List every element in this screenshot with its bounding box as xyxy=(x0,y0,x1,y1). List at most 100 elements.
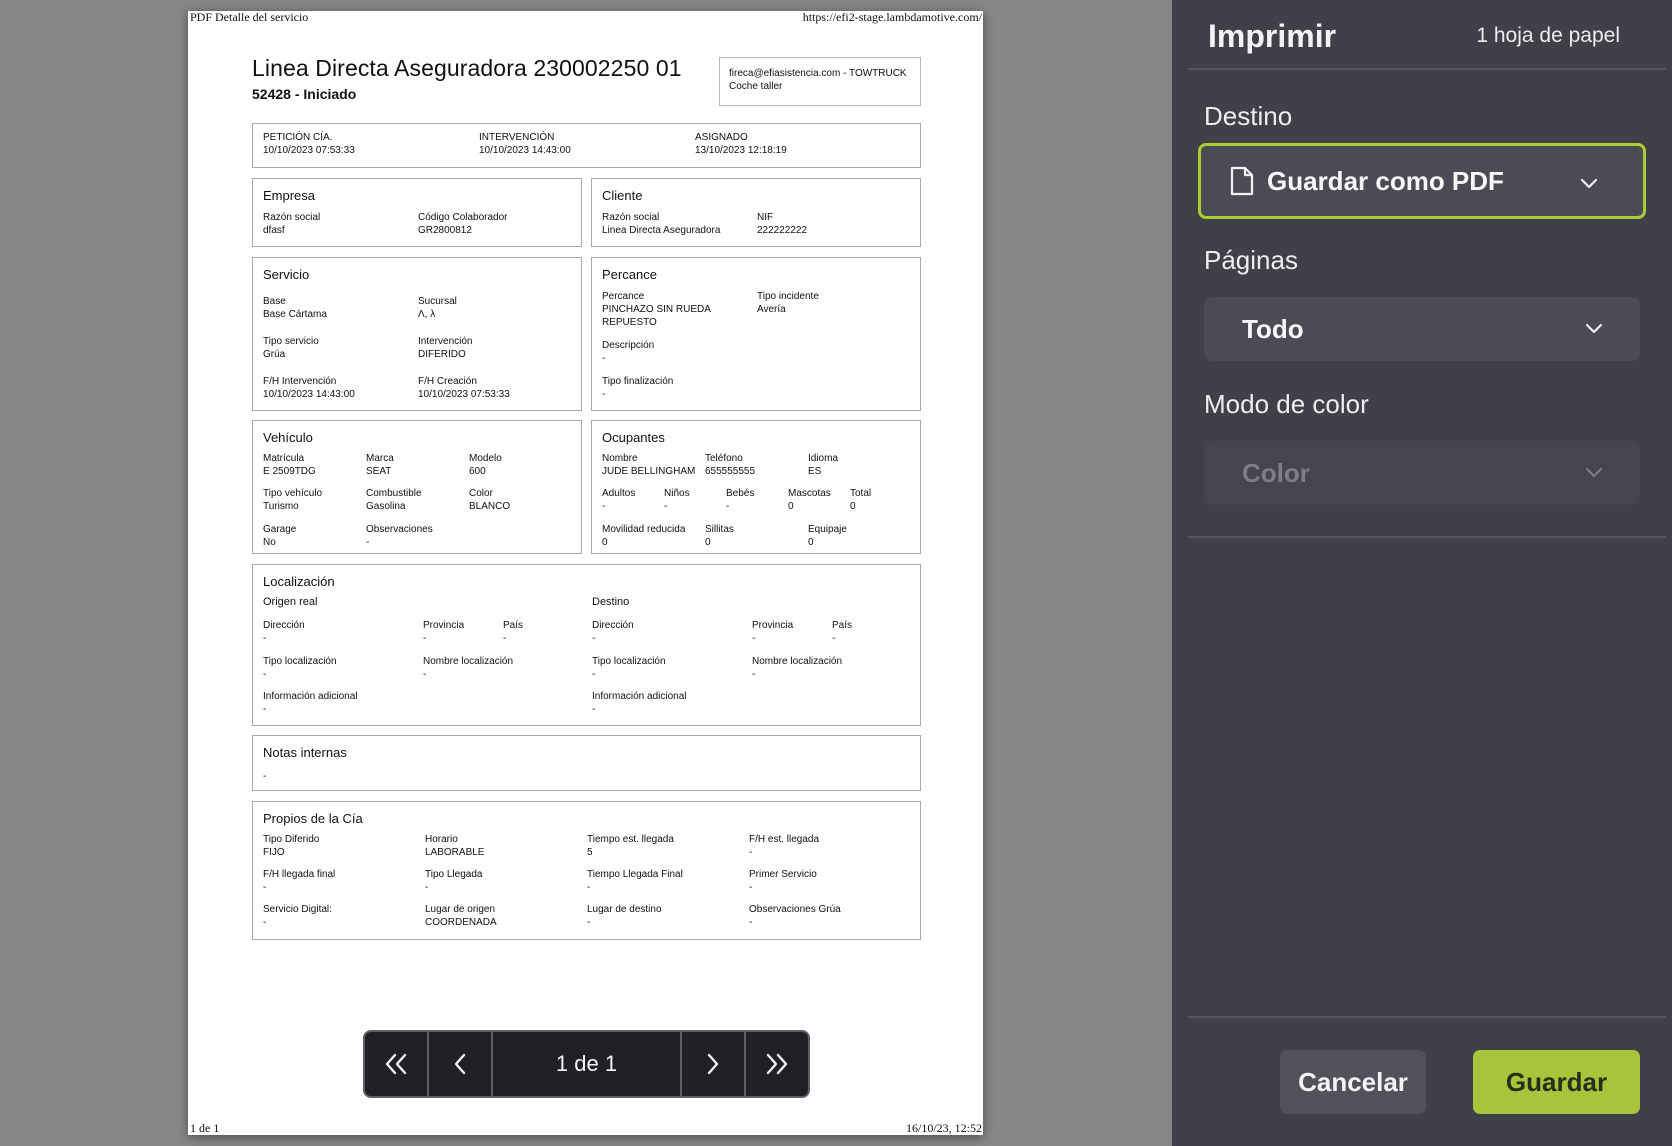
field: Nombre JUDE BELLINGHAM xyxy=(602,453,696,477)
timeline-box: PETICIÓN CÍA. 10/10/2023 07:53:33 INTERVE… xyxy=(252,123,921,168)
field: Tiempo est. llegada 5 xyxy=(587,834,674,858)
origen-label: Origen real xyxy=(263,596,318,608)
chevron-down-icon xyxy=(1580,178,1598,189)
section-title: Propios de la Cía xyxy=(263,811,363,826)
print-settings-panel: Imprimir 1 hoja de papel Destino Guardar… xyxy=(1172,0,1672,1146)
chevron-down-icon xyxy=(1585,467,1603,478)
field: Garage No xyxy=(263,524,297,548)
save-button[interactable]: Guardar xyxy=(1473,1050,1640,1114)
field: Percance PINCHAZO SIN RUEDA REPUESTO xyxy=(602,291,711,328)
field: Tipo localización - xyxy=(263,656,337,680)
field: Tipo vehículo Turismo xyxy=(263,488,323,512)
field: Color BLANCO xyxy=(469,488,511,512)
chevron-down-icon xyxy=(1585,323,1603,334)
panel-title: Imprimir xyxy=(1208,18,1337,54)
field: Modelo 600 xyxy=(469,453,502,477)
field: Información adicional - xyxy=(263,691,358,715)
field: Observaciones Grúa - xyxy=(749,904,841,928)
field: Marca SEAT xyxy=(366,453,394,477)
section-title: Percance xyxy=(602,267,657,282)
field: Intervención DIFERIDO xyxy=(418,336,473,360)
field: Código Colaborador GR2800812 xyxy=(418,212,508,236)
destino-label: Destino xyxy=(1204,101,1293,131)
field: Bebés - xyxy=(726,488,755,512)
field: Provincia - xyxy=(752,620,794,644)
field: Lugar de destino - xyxy=(587,904,662,928)
notas-section: Notas internas - xyxy=(252,735,921,791)
field: Primer Servicio - xyxy=(749,869,817,893)
document-icon xyxy=(1230,166,1254,196)
destination-value: Guardar como PDF xyxy=(1267,165,1504,196)
field: Nombre localización - xyxy=(752,656,843,680)
section-title: Cliente xyxy=(602,188,643,203)
field: Observaciones - xyxy=(366,524,433,548)
field: Tiempo Llegada Final - xyxy=(587,869,683,893)
preview-page: PDF Detalle del servicio https://efi2-st… xyxy=(188,10,983,1135)
divider xyxy=(1188,1016,1666,1018)
notas-value: - xyxy=(263,771,267,782)
destination-select-inner: Guardar como PDF xyxy=(1205,150,1639,212)
chevron-right-icon xyxy=(707,1053,719,1075)
field: Lugar de origen COORDENADA xyxy=(425,904,497,928)
prev-page-button[interactable] xyxy=(429,1032,493,1096)
field: Razón social Linea Directa Aseguradora xyxy=(602,212,721,236)
page-footer-date: 16/10/23, 12:52 xyxy=(905,1121,982,1135)
destination-select[interactable]: Guardar como PDF xyxy=(1198,143,1646,219)
timeline-field: PETICIÓN CÍA. 10/10/2023 07:53:33 xyxy=(263,132,355,156)
field: Adultos - xyxy=(602,488,636,512)
field: Total 0 xyxy=(850,488,872,512)
field: Movilidad reducida 0 xyxy=(602,524,686,548)
sheet-count: 1 hoja de papel xyxy=(1476,24,1620,47)
color-mode-select[interactable]: Color xyxy=(1204,441,1640,505)
color-mode-value: Color xyxy=(1242,457,1310,488)
paginas-label: Páginas xyxy=(1204,245,1298,275)
contact-line: fireca@efiasistencia.com - TOWTRUCK xyxy=(729,68,907,79)
field: NIF 222222222 xyxy=(757,212,808,236)
contact-line: Coche taller xyxy=(729,81,783,92)
field: País - xyxy=(832,620,853,644)
section-title: Localización xyxy=(263,574,335,589)
timeline-field: ASIGNADO 13/10/2023 12:18:19 xyxy=(695,132,787,156)
field: Servicio Digital: - xyxy=(263,904,332,928)
divider xyxy=(1188,536,1666,538)
field: F/H Intervención 10/10/2023 14:43:00 xyxy=(263,376,355,400)
field: Razón social dfasf xyxy=(263,212,321,236)
page-footer-number: 1 de 1 xyxy=(190,1121,220,1135)
field: País - xyxy=(503,620,524,644)
field: Teléfono 655555555 xyxy=(705,453,756,477)
field: Tipo incidente Avería xyxy=(757,291,819,315)
document-title: Linea Directa Aseguradora 230002250 01 xyxy=(252,55,682,81)
page-header-title: PDF Detalle del servicio xyxy=(190,10,309,24)
divider xyxy=(1188,68,1666,70)
chevron-left-icon xyxy=(454,1053,466,1075)
field: F/H Creación 10/10/2023 07:53:33 xyxy=(418,376,510,400)
color-mode-label: Modo de color xyxy=(1204,389,1369,419)
vehiculo-section: Vehículo Matrícula E 2509TDG Marca SEAT Mo… xyxy=(252,420,582,554)
field: Sucursal Λ, λ xyxy=(418,296,457,320)
field: Niños - xyxy=(664,488,690,512)
field: F/H est. llegada - xyxy=(749,834,820,858)
field: Mascotas 0 xyxy=(788,488,831,512)
propios-section: Propios de la Cía Tipo Diferido FIJO Hora… xyxy=(252,801,921,940)
last-page-button[interactable] xyxy=(744,1032,808,1096)
localizacion-section: Localización Origen real Destino Direcci… xyxy=(252,564,921,726)
ocupantes-section: Ocupantes Nombre JUDE BELLINGHAM Teléfono… xyxy=(591,420,921,554)
field: Matrícula E 2509TDG xyxy=(263,453,316,477)
section-title: Vehículo xyxy=(263,430,313,445)
double-chevron-right-icon xyxy=(766,1053,788,1075)
destino-label: Destino xyxy=(592,596,630,608)
field: Tipo Llegada - xyxy=(425,869,483,893)
field: Tipo localización - xyxy=(592,656,666,680)
empresa-section: Empresa Razón social dfasf Código Colabor… xyxy=(252,178,582,247)
field: Descripción - xyxy=(602,340,655,364)
first-page-button[interactable] xyxy=(365,1032,429,1096)
section-title: Ocupantes xyxy=(602,430,665,445)
pages-select[interactable]: Todo xyxy=(1204,297,1640,361)
field: Sillitas 0 xyxy=(705,524,734,548)
field: Tipo Diferido FIJO xyxy=(263,834,320,858)
percance-section: Percance Percance PINCHAZO SIN RUEDA REPUE… xyxy=(591,257,921,411)
next-page-button[interactable] xyxy=(680,1032,744,1096)
field: Base Base Cártama xyxy=(263,296,327,320)
page-header-url: https://efi2-stage.lambdamotive.com/ xyxy=(802,10,982,24)
cancel-button[interactable]: Cancelar xyxy=(1280,1050,1426,1114)
